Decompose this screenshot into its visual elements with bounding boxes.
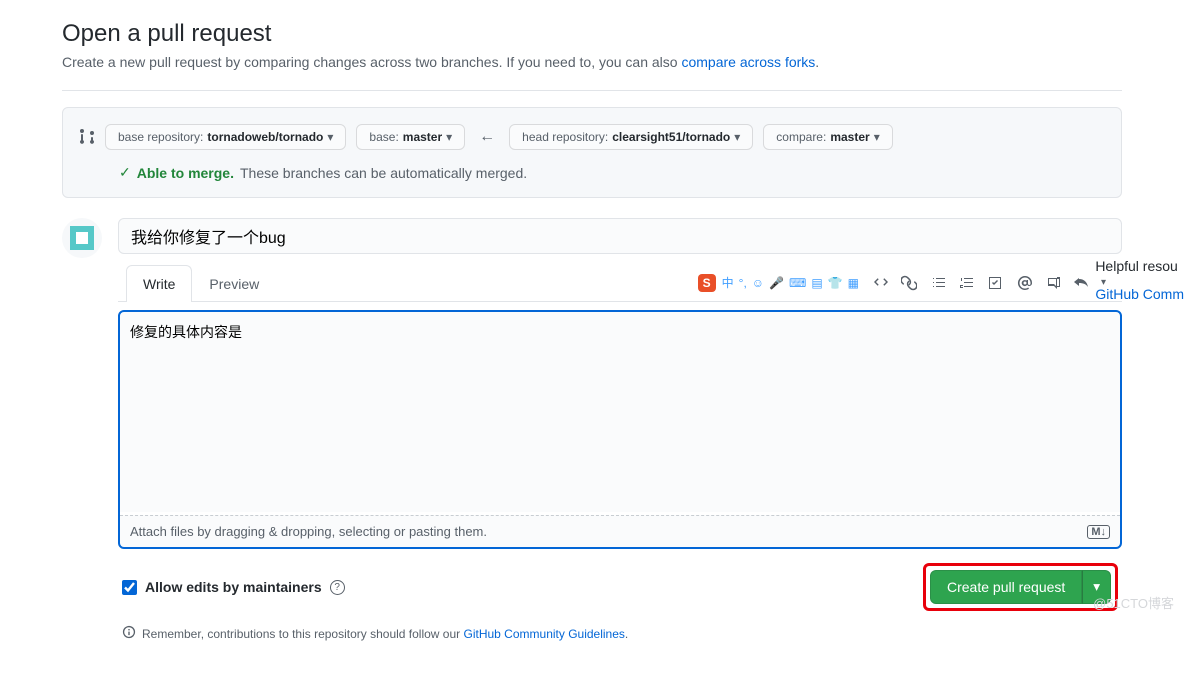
pr-title-input[interactable] [118,218,1122,254]
avatar [62,218,102,258]
base-repo-selector[interactable]: base repository: tornadoweb/tornado ▾ [105,124,346,150]
caret-down-icon: ▾ [446,130,452,144]
watermark: @51CTO博客 [1093,593,1174,612]
list-unordered-icon[interactable] [931,275,947,291]
cross-reference-icon[interactable] [1045,275,1061,291]
tabs-bar: Write Preview S 中°,☺🎤⌨▤👕▦ [118,264,1122,302]
reply-icon[interactable] [1073,275,1089,291]
caret-down-icon: ▾ [734,130,740,144]
tasklist-icon[interactable] [987,275,1003,291]
info-icon [122,625,136,642]
check-icon: ✓ [119,164,131,181]
compare-branch-selector[interactable]: compare: master ▾ [763,124,892,150]
page-title: Open a pull request [62,20,1122,48]
compare-forks-link[interactable]: compare across forks [681,54,815,70]
compare-box: base repository: tornadoweb/tornado ▾ ba… [62,107,1122,198]
ime-indicator: S 中°,☺🎤⌨▤👕▦ [698,274,859,292]
base-branch-selector[interactable]: base: master ▾ [356,124,465,150]
attach-files-bar[interactable]: Attach files by dragging & dropping, sel… [120,515,1120,547]
tab-write[interactable]: Write [126,265,192,302]
help-icon[interactable]: ? [330,580,345,595]
code-icon[interactable] [873,275,889,291]
link-icon[interactable] [901,275,917,291]
page-subtitle: Create a new pull request by comparing c… [62,54,1122,70]
allow-edits-checkbox[interactable]: Allow edits by maintainers ? [122,579,345,595]
markdown-icon[interactable]: M↓ [1087,525,1110,539]
merge-status: ✓ Able to merge. These branches can be a… [79,164,1105,181]
sidebar: Helpful resou GitHub Comm [1095,258,1184,302]
mention-icon[interactable] [1017,275,1033,291]
divider [62,90,1122,91]
git-compare-icon [79,128,95,147]
head-repo-selector[interactable]: head repository: clearsight51/tornado ▾ [509,124,753,150]
caret-down-icon: ▾ [327,130,333,144]
pr-body-textarea[interactable]: 修复的具体内容是 [120,312,1120,512]
arrow-left-icon: ← [479,128,495,146]
create-pr-button[interactable]: Create pull request [930,570,1082,604]
guidelines-note: Remember, contributions to this reposito… [118,625,1122,642]
caret-down-icon: ▾ [874,130,880,144]
sidebar-community-link[interactable]: GitHub Comm [1095,286,1184,302]
guidelines-link[interactable]: GitHub Community Guidelines [464,627,625,641]
submit-highlight: Create pull request ▾ [923,563,1118,611]
list-ordered-icon[interactable] [959,275,975,291]
tab-preview[interactable]: Preview [192,265,276,302]
